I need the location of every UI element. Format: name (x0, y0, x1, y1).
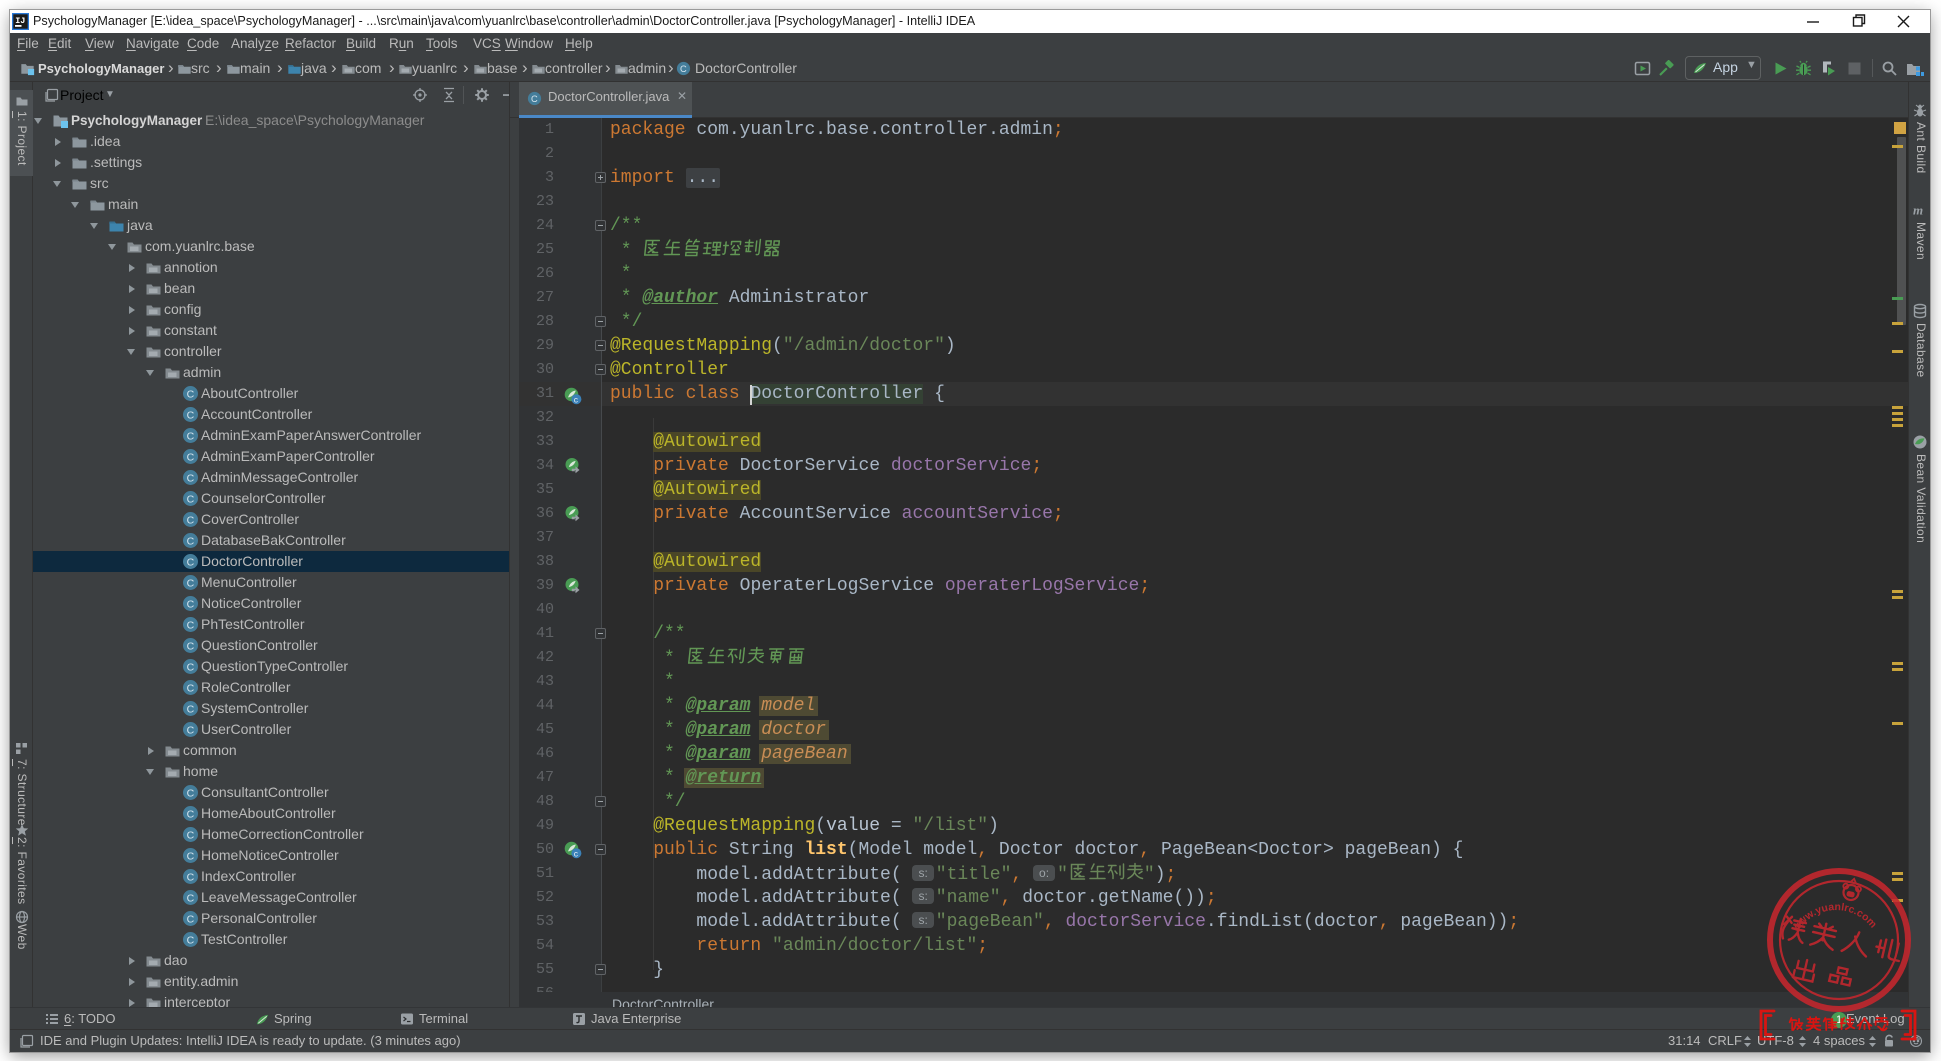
svg-text:IJ: IJ (15, 16, 25, 26)
